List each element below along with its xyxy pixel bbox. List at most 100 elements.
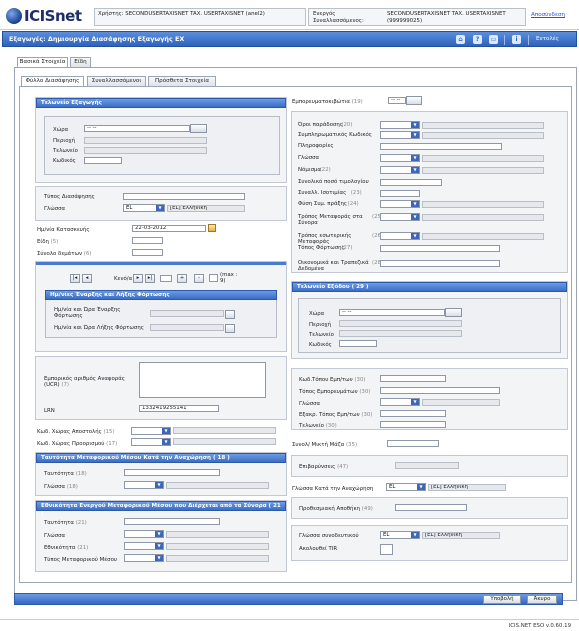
entry-office-title: Τελωνείο Εξόδου ( 29 ) — [292, 282, 567, 292]
chevron-down-icon: ▼ — [411, 201, 419, 207]
export-country-button[interactable] — [190, 124, 207, 133]
page-toggle[interactable] — [209, 274, 218, 282]
lrn-input[interactable]: 1332419255141 — [139, 405, 219, 412]
deadline-input[interactable] — [395, 504, 467, 511]
version-label: ICIS.NET ESO v.0.60.19 — [508, 623, 571, 629]
decl-language-name: [EL] Ελληνική — [167, 205, 245, 212]
items-label: Είδη (5) — [37, 239, 59, 245]
border-id-input[interactable] — [124, 518, 220, 525]
tab-traders[interactable]: Συναλλασσόμενοι — [87, 76, 146, 86]
office-label: Τελωνείο — [53, 148, 78, 154]
top-header: ICISnet Χρήστης: SECONDUSERTAXISNET TAX.… — [0, 0, 579, 30]
home-icon[interactable]: ⌂ — [456, 35, 465, 44]
lang-on-depart-select[interactable]: EL ▼ — [386, 483, 426, 491]
next-page-button[interactable]: ▸ — [133, 274, 143, 283]
entry-country-input[interactable]: -- -- — [339, 309, 445, 316]
guarantee-label: Επιβαρύνσεις (47) — [299, 464, 349, 470]
term-select[interactable]: ▼ — [380, 131, 420, 139]
first-page-button[interactable]: |◂ — [70, 274, 80, 283]
containers-button[interactable] — [406, 96, 422, 105]
page-input[interactable] — [160, 275, 172, 282]
creation-date-input[interactable]: 22-03-2012 — [132, 225, 206, 232]
dispatch-country-select[interactable]: ▼ — [131, 427, 171, 435]
term-select[interactable]: ▼ — [380, 213, 420, 221]
dep-id-label: Ταυτότητα (18) — [44, 471, 87, 477]
containers-input[interactable]: -- -- — [388, 97, 406, 104]
term-select[interactable]: ▼ — [380, 166, 420, 174]
term-num: (20) — [341, 122, 353, 128]
loading-end-picker[interactable] — [225, 324, 235, 333]
loading-start-input — [150, 310, 224, 317]
goods-place-label: Κωδ.Τόπου Εμπ/των (30) — [299, 377, 366, 383]
add-button[interactable]: + — [177, 274, 187, 283]
tab-items[interactable]: Είδη — [70, 57, 91, 67]
packages-input[interactable] — [132, 249, 163, 256]
gross-mass-input[interactable] — [387, 440, 439, 447]
chevron-down-icon: ▼ — [411, 214, 419, 220]
last-page-button[interactable]: ▸| — [145, 274, 155, 283]
entry-code-input[interactable] — [339, 340, 377, 347]
dest-country-select[interactable]: ▼ — [131, 438, 171, 446]
chevron-down-icon: ▼ — [156, 205, 164, 211]
export-code-input[interactable] — [84, 157, 122, 164]
loading-start-picker[interactable] — [225, 310, 235, 319]
items-input[interactable] — [132, 237, 163, 244]
chevron-down-icon: ▼ — [155, 482, 163, 488]
loading-end-label: Ημ/νία και Ώρα Λήξης Φόρτωσης — [54, 325, 144, 331]
remove-button[interactable]: - — [194, 274, 204, 283]
help-icon[interactable]: ? — [473, 35, 482, 44]
dispatch-country-label: Κωδ. Χώρας Αποστολής (15) — [37, 429, 115, 435]
border-lang-name — [166, 531, 269, 538]
border-nat-select[interactable]: ▼ — [124, 542, 164, 550]
icisnet-logo: ICISnet — [6, 6, 86, 26]
goods-lang-select[interactable]: ▼ — [380, 398, 420, 406]
commands-menu[interactable]: Εντολές — [536, 36, 559, 42]
logout-link[interactable]: Αποσύνδεση — [531, 12, 565, 18]
export-country-input[interactable]: -- -- — [84, 125, 190, 132]
goods-lang-label: Γλώσσα — [299, 401, 321, 407]
term-input[interactable] — [380, 190, 420, 197]
goods-place-input[interactable] — [380, 375, 446, 382]
entry-country-button[interactable] — [445, 308, 462, 317]
term-num: (22) — [319, 167, 331, 173]
border-lang-select[interactable]: ▼ — [124, 530, 164, 538]
decl-type-input[interactable] — [123, 193, 245, 200]
export-office-input — [84, 147, 207, 154]
pager-max: (max : 9) — [220, 272, 238, 284]
prev-page-button[interactable]: ◂ — [82, 274, 92, 283]
term-name — [422, 233, 544, 240]
term-input[interactable] — [380, 245, 500, 252]
decl-language-label: Γλώσσα — [44, 206, 66, 212]
dep-lang-select[interactable]: ▼ — [124, 481, 164, 489]
toolbar-divider — [504, 35, 505, 45]
tir-checkbox[interactable] — [380, 544, 393, 555]
term-select[interactable]: ▼ — [380, 200, 420, 208]
section-rule — [36, 262, 286, 265]
term-name — [422, 132, 544, 139]
goods-location-input[interactable] — [380, 387, 500, 394]
term-select[interactable]: ▼ — [380, 121, 420, 129]
dep-id-input[interactable] — [124, 469, 220, 476]
term-select[interactable]: ▼ — [380, 232, 420, 240]
containers-label: Εμπορευματοκιβώτια (19) — [292, 99, 363, 105]
chevron-down-icon: ▼ — [411, 233, 419, 239]
term-input[interactable] — [380, 260, 500, 267]
escort-lang-select[interactable]: EL ▼ — [380, 531, 420, 539]
submit-button[interactable]: Υποβολή — [483, 595, 521, 604]
term-select[interactable]: ▼ — [380, 154, 420, 162]
lrn-label: LRN — [44, 408, 55, 414]
border-type-select[interactable]: ▼ — [124, 554, 164, 562]
goods-check-input[interactable] — [380, 410, 446, 417]
term-input[interactable] — [380, 179, 442, 186]
goods-office-input[interactable] — [380, 421, 446, 428]
tab-additional-30a[interactable]: Πρόσθετα Στοιχεία 30a — [148, 76, 216, 93]
printer-icon[interactable]: ▭ — [489, 35, 498, 44]
info-icon[interactable]: i — [512, 35, 521, 44]
term-input[interactable] — [380, 143, 502, 150]
ucr-textarea[interactable] — [139, 362, 266, 398]
cancel-button[interactable]: Άκυρο — [527, 595, 557, 604]
chevron-down-icon: ▼ — [411, 122, 419, 128]
decl-language-select[interactable]: EL ▼ — [123, 204, 165, 212]
border-transport-title: Εθνικότητα Ενεργού Μεταφορικού Μέσου που… — [36, 501, 286, 517]
calendar-icon[interactable] — [208, 224, 216, 232]
